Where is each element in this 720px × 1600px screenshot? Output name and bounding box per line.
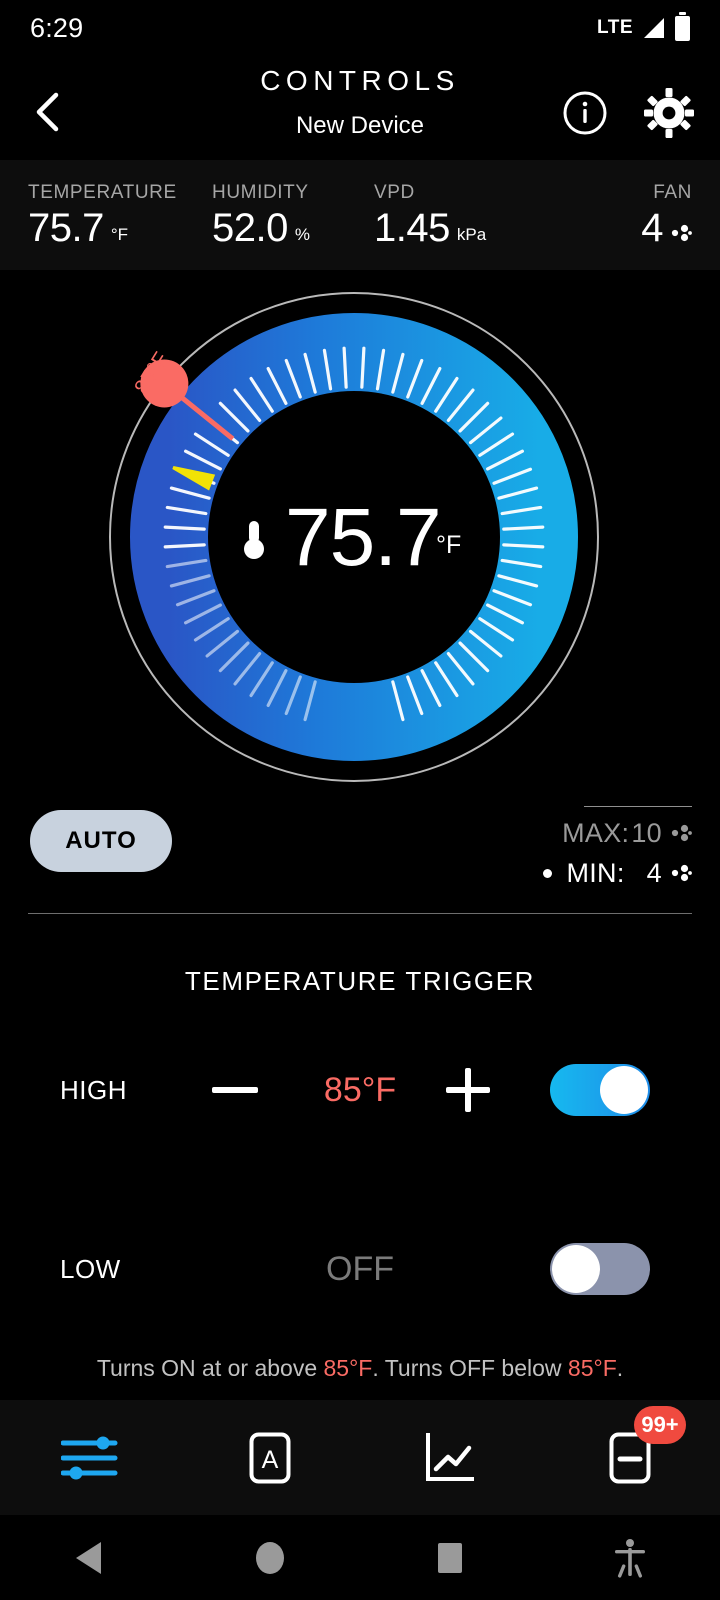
android-accessibility-button[interactable] (540, 1538, 720, 1578)
notes-badge: 99+ (634, 1406, 686, 1444)
tab-notes[interactable]: 99+ (540, 1400, 720, 1515)
toggle-knob (552, 1245, 600, 1293)
gauge-center-readout: 75.7 °F (244, 492, 461, 583)
metric-label: VPD (374, 182, 415, 203)
line-chart-icon (426, 1432, 474, 1481)
note-suffix: . (616, 1355, 624, 1381)
fan-icon (671, 864, 692, 882)
metric-value: 4 (641, 206, 663, 250)
low-trigger-row: LOW OFF (0, 1234, 720, 1304)
note-low-value: 85°F (567, 1355, 617, 1381)
bottom-tab-bar: A 99+ (0, 1400, 720, 1515)
thermometer-icon (244, 521, 264, 559)
note-middle: . Turns OFF below (372, 1355, 568, 1381)
toggle-knob (600, 1066, 648, 1114)
metric-humidity: HUMIDITY 52.0 % (212, 182, 310, 248)
metrics-bar: TEMPERATURE 75.7 °F HUMIDITY 52.0 % VPD … (0, 160, 720, 270)
max-value: 10 (631, 817, 662, 848)
tab-auto[interactable]: A (180, 1400, 360, 1515)
auto-and-limits-row: AUTO MAX: 10 MIN: 4 (0, 792, 720, 914)
accessibility-icon (615, 1538, 645, 1578)
trigger-section-title: TEMPERATURE TRIGGER (184, 966, 536, 996)
metric-value: 1.45 (374, 206, 450, 250)
min-bullet-icon (543, 868, 553, 878)
svg-text:A: A (262, 1446, 279, 1474)
metric-fan: FAN 4 (641, 182, 692, 248)
metric-value: 52.0 (212, 206, 288, 250)
note-high-value: 85°F (323, 1355, 373, 1381)
metric-value: 75.7 (28, 206, 104, 250)
fan-icon (671, 224, 692, 242)
android-back-button[interactable] (0, 1540, 180, 1576)
app-header: CONTROLS New Device (0, 56, 720, 160)
low-trigger-toggle[interactable] (550, 1243, 650, 1295)
gauge-svg: 85°F 75.7 °F (109, 292, 599, 782)
battery-icon (675, 12, 690, 41)
android-home-button[interactable] (180, 1539, 360, 1577)
status-bar-icons: LTE (597, 12, 690, 41)
gear-icon[interactable] (644, 88, 694, 138)
a-box-icon: A (249, 1432, 291, 1483)
trigger-description: Turns ON at or above 85°F. Turns OFF bel… (0, 1355, 720, 1382)
tab-chart[interactable] (360, 1400, 540, 1515)
max-label: MAX: (562, 817, 630, 848)
gauge-unit-text: °F (436, 531, 461, 559)
fan-icon (671, 824, 692, 842)
high-increase-button[interactable] (446, 1068, 490, 1112)
android-recents-button[interactable] (360, 1540, 540, 1576)
square-recents-icon (438, 1542, 462, 1573)
temperature-gauge[interactable]: 85°F 75.7 °F (0, 272, 720, 792)
metric-label: FAN (653, 182, 692, 203)
metric-unit: % (294, 225, 310, 244)
auto-mode-label: AUTO (65, 827, 137, 854)
status-bar: 6:29 LTE (0, 0, 720, 56)
sliders-icon (61, 1436, 118, 1479)
min-speed-row[interactable]: MIN: 4 (492, 853, 692, 893)
metric-label: TEMPERATURE (28, 182, 177, 203)
app-screen: 6:29 LTE CONTROLS New Device TEMPERATURE… (0, 0, 720, 1600)
tab-controls[interactable] (0, 1400, 180, 1515)
note-prefix: Turns ON at or above (96, 1355, 324, 1381)
high-trigger-toggle[interactable] (550, 1064, 650, 1116)
min-label: MIN: (566, 857, 625, 888)
metric-unit: °F (110, 225, 129, 244)
device-name: New Device (295, 112, 425, 139)
metric-vpd: VPD 1.45 kPa (374, 182, 486, 248)
gauge-value-text: 75.7 (285, 492, 441, 583)
section-divider (28, 913, 692, 914)
metric-label: HUMIDITY (212, 182, 309, 203)
metric-temperature: TEMPERATURE 75.7 °F (28, 182, 177, 248)
triangle-back-icon (76, 1541, 101, 1574)
limits-divider (584, 806, 692, 807)
signal-triangle-icon (644, 18, 664, 38)
network-type-label: LTE (597, 17, 633, 38)
fan-limits: MAX: 10 MIN: 4 (492, 806, 692, 893)
min-value: 4 (646, 857, 662, 888)
status-bar-clock: 6:29 (30, 12, 84, 43)
android-nav-bar (0, 1515, 720, 1600)
page-title: CONTROLS (260, 65, 460, 96)
auto-mode-button[interactable]: AUTO (30, 810, 172, 872)
metric-unit: kPa (456, 225, 487, 244)
max-speed-row[interactable]: MAX: 10 (492, 813, 692, 853)
circle-home-icon (256, 1541, 284, 1574)
high-trigger-row: HIGH 85°F (0, 1055, 720, 1125)
info-circle-icon[interactable] (562, 90, 608, 136)
